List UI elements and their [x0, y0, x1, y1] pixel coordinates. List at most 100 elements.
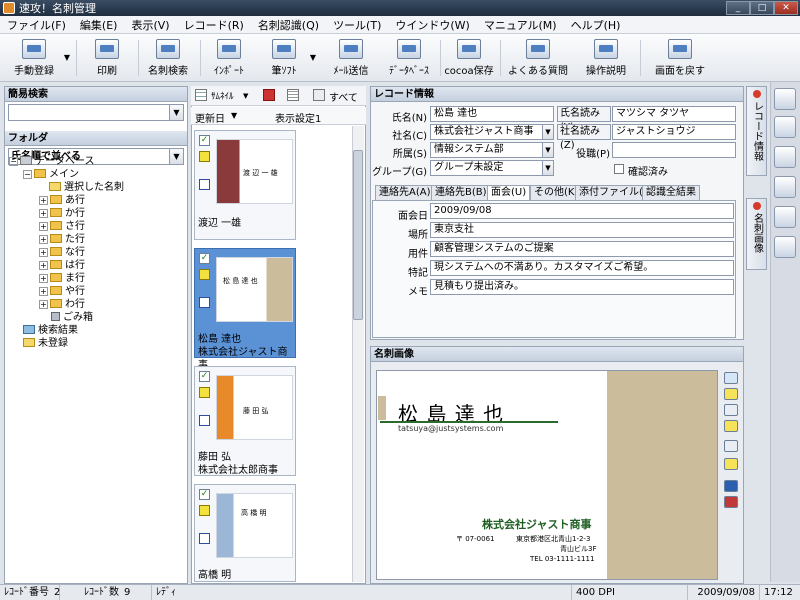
chevron-down-icon[interactable]: ▼ — [542, 125, 553, 139]
tree-database[interactable]: − データベース — [9, 155, 95, 168]
menu-record[interactable]: レコード(R) — [177, 17, 251, 33]
grid-icon[interactable] — [724, 420, 738, 432]
confirmed-checkbox[interactable] — [614, 164, 624, 174]
check-icon[interactable]: ✓ — [199, 253, 210, 264]
network-icon[interactable] — [774, 116, 796, 138]
company-kana-field[interactable]: ジャストショウジ — [612, 124, 736, 140]
meeting-notes-field[interactable]: 現システムへの不満あり。カスタマイズご希望。 — [430, 260, 734, 276]
expand-icon[interactable]: + — [39, 261, 48, 270]
chevron-down-icon[interactable]: ▼ — [542, 143, 553, 157]
menu-file[interactable]: ファイル(F) — [0, 17, 73, 33]
mail-send-button[interactable]: ﾒｰﾙ送信 — [328, 37, 374, 79]
tree-row-ya[interactable]: + や行 — [39, 285, 85, 298]
manual-register-button[interactable]: 手動登録 ▼ — [8, 37, 70, 79]
menu-recognize[interactable]: 名刺認識(Q) — [251, 17, 326, 33]
tree-row-wa[interactable]: + わ行 — [39, 298, 85, 311]
window-icon[interactable] — [774, 206, 796, 228]
rotate-icon[interactable] — [724, 404, 738, 416]
card-search-button[interactable]: 名刺検索 — [144, 37, 192, 79]
tree-row-ta[interactable]: + た行 — [39, 233, 85, 246]
print-label-icon[interactable] — [774, 146, 796, 168]
list-view-icon[interactable] — [263, 89, 275, 101]
meeting-place-field[interactable]: 東京支社 — [430, 222, 734, 238]
import-button[interactable]: ｲﾝﾎﾟｰﾄ — [206, 37, 252, 79]
check-icon[interactable]: ✓ — [199, 371, 210, 382]
card-item[interactable]: ✓ 渡 辺 一 雄 渡辺 一雄 — [194, 130, 296, 240]
card-item-selected[interactable]: ✓ 松 島 達 也 松島 達也 株式会社ジャスト商事 — [194, 248, 296, 371]
menu-view[interactable]: 表示(V) — [124, 17, 176, 33]
tab-contact-b[interactable]: 連絡先B(B) — [431, 185, 491, 200]
meeting-date-field[interactable]: 2009/09/08 — [430, 203, 734, 219]
menu-help[interactable]: ヘルプ(H) — [564, 17, 628, 33]
tree-trash[interactable]: ごみ箱 — [51, 311, 93, 324]
group-select[interactable]: グループ未設定 ▼ — [430, 160, 554, 176]
expand-icon[interactable]: + — [39, 274, 48, 283]
check-icon[interactable]: ✓ — [199, 135, 210, 146]
menu-window[interactable]: ウインドウ(W) — [388, 17, 476, 33]
menu-tools[interactable]: ツール(T) — [326, 17, 388, 33]
expand-icon[interactable]: + — [39, 300, 48, 309]
title-field[interactable] — [612, 142, 736, 158]
faq-button[interactable]: よくある質問 — [506, 37, 570, 79]
all-button[interactable]: すべて — [329, 89, 358, 104]
meeting-purpose-field[interactable]: 顧客管理システムのご提案 — [430, 241, 734, 257]
card-item[interactable]: ✓ 藤 田 弘 藤田 弘 株式会社太郎商事 — [194, 366, 296, 476]
back-screen-button[interactable]: 画面を戻す — [648, 37, 712, 79]
name-kana-field[interactable]: マツシマ タツヤ — [612, 106, 736, 122]
share-icon[interactable] — [774, 236, 796, 258]
tree-search-results[interactable]: 検索結果 — [23, 324, 78, 337]
expand-icon[interactable]: + — [39, 222, 48, 231]
tree-row-a[interactable]: + あ行 — [39, 194, 85, 207]
maximize-button[interactable]: □ — [750, 1, 774, 15]
quick-search-input[interactable]: ▼ — [8, 104, 184, 121]
sort-column[interactable]: 更新日 — [195, 110, 225, 125]
layers-icon[interactable] — [724, 440, 738, 452]
expand-icon[interactable]: + — [39, 235, 48, 244]
tag-icon[interactable] — [724, 458, 738, 470]
envelope-icon[interactable] — [774, 176, 796, 198]
chevron-down-icon[interactable]: ▼ — [169, 105, 183, 120]
tree-main[interactable]: − メイン — [23, 168, 79, 181]
tree-row-ha[interactable]: + は行 — [39, 259, 85, 272]
side-tab-record[interactable]: レコード情報 — [746, 86, 767, 176]
expand-icon[interactable]: + — [39, 209, 48, 218]
cocoa-save-button[interactable]: cocoa保存 — [444, 37, 494, 79]
chevron-down-icon[interactable]: ▼ — [310, 53, 316, 62]
close-button[interactable]: ✕ — [774, 1, 798, 15]
side-tab-image[interactable]: 名刺画像 — [746, 198, 767, 270]
tab-recognition-results[interactable]: 認識全結果 — [642, 185, 700, 200]
company-field[interactable]: 株式会社ジャスト商事 ▼ — [430, 124, 554, 140]
menu-edit[interactable]: 編集(E) — [73, 17, 125, 33]
check-icon[interactable]: ✓ — [199, 489, 210, 500]
chevron-down-icon[interactable]: ▼ — [243, 92, 248, 100]
expand-icon[interactable]: + — [39, 196, 48, 205]
all-icon[interactable] — [313, 89, 325, 101]
tree-row-sa[interactable]: + さ行 — [39, 220, 85, 233]
chevron-down-icon[interactable]: ▼ — [64, 53, 70, 62]
zoom-icon[interactable] — [724, 372, 738, 384]
hand-icon[interactable] — [724, 388, 738, 400]
card-item[interactable]: ✓ 高 橋 明 高橋 明 — [194, 484, 296, 582]
tree-unregistered[interactable]: 未登録 — [23, 337, 68, 350]
tree-row-ma[interactable]: + ま行 — [39, 272, 85, 285]
minimize-button[interactable]: _ — [726, 1, 750, 15]
sort-desc-icon[interactable]: ▼ — [231, 111, 237, 120]
menu-manual[interactable]: マニュアル(M) — [477, 17, 564, 33]
database-button[interactable]: ﾃﾞｰﾀﾍﾞｰｽ — [384, 37, 434, 79]
expand-icon[interactable]: + — [39, 248, 48, 257]
thumbnail-label[interactable]: ｻﾑﾈｲﾙ — [211, 89, 234, 102]
tree-row-na[interactable]: + な行 — [39, 246, 85, 259]
front-icon[interactable] — [724, 480, 738, 492]
tab-meeting[interactable]: 面会(U) — [487, 185, 531, 201]
display-setting[interactable]: 表示設定1 — [275, 110, 321, 125]
print-button[interactable]: 印刷 — [84, 37, 130, 79]
brush-soft-button[interactable]: 筆ｿﾌﾄ ▼ — [262, 37, 316, 79]
chevron-down-icon[interactable]: ▼ — [169, 149, 183, 164]
howto-button[interactable]: 操作説明 — [580, 37, 632, 79]
dept-field[interactable]: 情報システム部 ▼ — [430, 142, 554, 158]
detail-view-icon[interactable] — [287, 89, 299, 101]
globe-icon[interactable] — [774, 88, 796, 110]
name-field[interactable]: 松島 達也 — [430, 106, 554, 122]
collapse-icon[interactable]: − — [23, 170, 32, 179]
back-side-icon[interactable] — [724, 496, 738, 508]
